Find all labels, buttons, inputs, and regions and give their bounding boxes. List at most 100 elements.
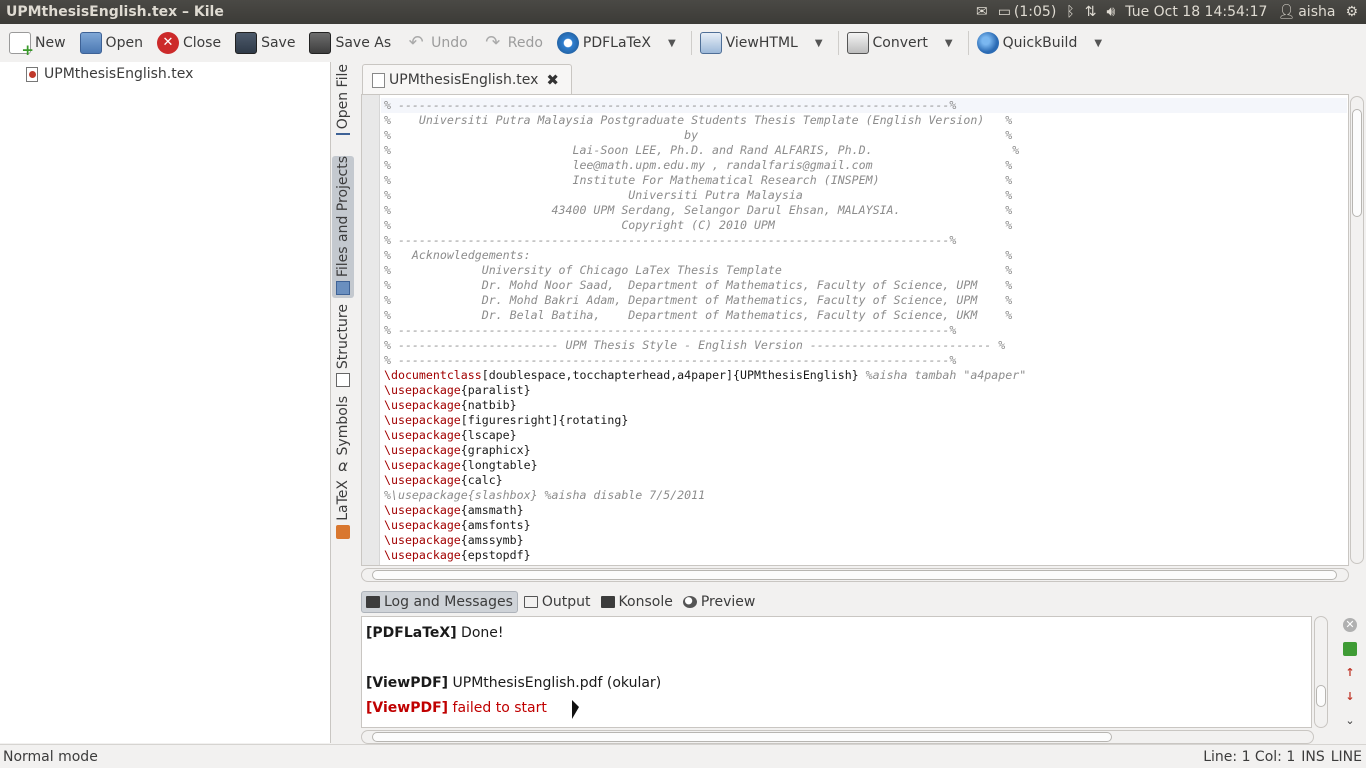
- undo-button[interactable]: ↶ Undo: [400, 29, 473, 57]
- battery-icon: ▭: [997, 4, 1011, 20]
- latex-command: \usepackage: [384, 383, 461, 397]
- code-line: % --------------------------------------…: [384, 353, 1026, 368]
- convert-dropdown-icon[interactable]: ▼: [945, 38, 953, 49]
- user-menu[interactable]: 👤︎ aisha: [1277, 4, 1335, 20]
- latex-argument: {epstopdf}: [460, 548, 531, 562]
- redo-icon: ↷: [485, 32, 501, 53]
- tab-konsole[interactable]: Konsole: [597, 592, 677, 612]
- battery-indicator[interactable]: ▭ (1:05): [998, 4, 1057, 20]
- toolbar-separator: [690, 31, 692, 55]
- tab-symbols[interactable]: Symbols α: [332, 396, 354, 476]
- code-line: %\usepackage{slashbox} %aisha disable 7/…: [384, 488, 1026, 503]
- system-tray: ✉ ▭ (1:05) ᛒ ⇅ 🔊︎ Tue Oct 18 14:54:17 👤︎ a…: [976, 4, 1366, 20]
- code-line: % ----------------------- UPM Thesis Sty…: [384, 338, 1026, 353]
- open-file-icon: [336, 133, 350, 136]
- log-horizontal-scrollbar[interactable]: [361, 730, 1314, 744]
- save-button[interactable]: Save: [230, 29, 300, 57]
- code-line: % --------------------------------------…: [384, 98, 1026, 113]
- editor-horizontal-scrollbar[interactable]: [361, 568, 1349, 582]
- code-line: % lee@math.upm.edu.my , randalfaris@gmai…: [384, 158, 1026, 173]
- next-error-icon[interactable]: ↓: [1343, 690, 1357, 704]
- log-line-error: [ViewPDF] failed to start: [366, 700, 547, 716]
- latex-command: \usepackage: [384, 398, 461, 412]
- log-messages[interactable]: [PDFLaTeX] Done! [ViewPDF] UPMthesisEngl…: [361, 616, 1312, 728]
- scroll-thumb[interactable]: [1316, 685, 1326, 707]
- tab-structure[interactable]: Structure: [332, 304, 354, 388]
- expand-chevron-icon[interactable]: ⌄: [1343, 714, 1357, 728]
- latex-command: \usepackage: [384, 503, 461, 517]
- latex-argument: {amsmath}: [460, 503, 524, 517]
- tex-file-icon: [24, 67, 38, 82]
- tab-preview[interactable]: Preview: [679, 592, 760, 612]
- code-line: % Dr. Belal Batiha, Department of Mathem…: [384, 308, 1026, 323]
- close-button[interactable]: ✕ Close: [152, 29, 226, 57]
- quickbuild-icon: [976, 32, 999, 54]
- code-line: \usepackage{epstopdf}: [384, 548, 1026, 563]
- code-line: % Universiti Putra Malaysia Postgraduate…: [384, 113, 1026, 128]
- network-icon[interactable]: ⇅: [1085, 4, 1097, 20]
- latex-comment: % University of Chicago LaTex Thesis Tem…: [384, 263, 1013, 277]
- latex-argument: {longtable}: [460, 458, 538, 472]
- save-icon: [235, 32, 258, 54]
- pdflatex-dropdown-icon[interactable]: ▼: [668, 38, 676, 49]
- quickbuild-dropdown-icon[interactable]: ▼: [1094, 38, 1102, 49]
- tab-document[interactable]: UPMthesisEnglish.tex ✖: [362, 64, 572, 94]
- battery-text: (1:05): [1013, 4, 1057, 20]
- user-name: aisha: [1298, 4, 1336, 20]
- save-as-button[interactable]: Save As: [304, 29, 396, 57]
- editor-text[interactable]: % --------------------------------------…: [384, 98, 1026, 563]
- bottom-panel-tabs: Log and Messages Output Konsole Preview: [361, 590, 759, 614]
- tex-file-icon: [371, 72, 386, 88]
- open-button[interactable]: Open: [75, 29, 148, 57]
- code-line: \documentclass[doublespace,tocchapterhea…: [384, 368, 1026, 383]
- volume-icon[interactable]: 🔊︎: [1106, 4, 1115, 20]
- pdflatex-button[interactable]: PDFLaTeX: [552, 29, 656, 57]
- latex-comment: % Dr. Mohd Bakri Adam, Department of Mat…: [384, 293, 1013, 307]
- previous-error-icon[interactable]: ↑: [1343, 666, 1357, 680]
- editor-vertical-scrollbar[interactable]: [1350, 96, 1364, 564]
- tab-open-file[interactable]: Open File: [332, 64, 354, 136]
- redo-button[interactable]: ↷ Redo: [477, 29, 548, 57]
- session-gear-icon[interactable]: ⚙: [1345, 4, 1358, 20]
- tab-files-and-projects[interactable]: Files and Projects: [332, 156, 354, 298]
- log-actions: ✕ ↑ ↓ ⌄: [1340, 618, 1360, 728]
- close-icon: ✕: [156, 32, 179, 54]
- tab-log-and-messages[interactable]: Log and Messages: [361, 591, 518, 613]
- code-line: \usepackage[figuresright]{rotating}: [384, 413, 1026, 428]
- mouse-pointer-icon: [572, 700, 579, 719]
- tab-latex[interactable]: LaTeX: [332, 480, 354, 544]
- latex-comment: % --------------------------------------…: [384, 98, 957, 112]
- files-projects-panel: UPMthesisEnglish.tex: [0, 62, 331, 743]
- log-line: [ViewPDF] UPMthesisEnglish.pdf (okular): [366, 675, 662, 691]
- bluetooth-icon[interactable]: ᛒ: [1066, 4, 1074, 20]
- clear-log-icon[interactable]: ✕: [1343, 618, 1357, 632]
- scroll-thumb[interactable]: [372, 732, 1112, 742]
- new-button[interactable]: New: [4, 29, 71, 59]
- close-tab-icon[interactable]: ✖: [546, 71, 559, 89]
- latex-comment: % Copyright (C) 2010 UPM %: [384, 218, 1013, 232]
- quickbuild-button[interactable]: QuickBuild: [972, 29, 1083, 57]
- code-editor[interactable]: % --------------------------------------…: [361, 94, 1349, 566]
- go-to-error-icon[interactable]: [1343, 642, 1357, 656]
- user-icon: 👤︎: [1277, 4, 1296, 20]
- latex-comment: %\usepackage{slashbox} %aisha disable 7/…: [384, 488, 706, 502]
- log-vertical-scrollbar[interactable]: [1314, 616, 1328, 728]
- terminal-icon: [366, 596, 380, 608]
- convert-button[interactable]: Convert: [842, 29, 933, 57]
- code-line: \usepackage{amsmath}: [384, 503, 1026, 518]
- preview-magnifier-icon: [682, 596, 697, 608]
- tree-item-file[interactable]: UPMthesisEnglish.tex: [0, 63, 330, 85]
- code-line: % Acknowledgements: %: [384, 248, 1026, 263]
- latex-comment: % by %: [384, 128, 1013, 142]
- viewhtml-button[interactable]: ViewHTML: [695, 29, 803, 57]
- scroll-thumb[interactable]: [372, 570, 1337, 580]
- viewhtml-dropdown-icon[interactable]: ▼: [815, 38, 823, 49]
- tab-output[interactable]: Output: [520, 592, 595, 612]
- mail-icon[interactable]: ✉: [976, 4, 988, 20]
- clock[interactable]: Tue Oct 18 14:54:17: [1125, 4, 1267, 20]
- latex-command: \usepackage: [384, 548, 461, 562]
- scroll-thumb[interactable]: [1352, 109, 1362, 217]
- code-line: % Institute For Mathematical Research (I…: [384, 173, 1026, 188]
- code-line: \usepackage{graphicx}: [384, 443, 1026, 458]
